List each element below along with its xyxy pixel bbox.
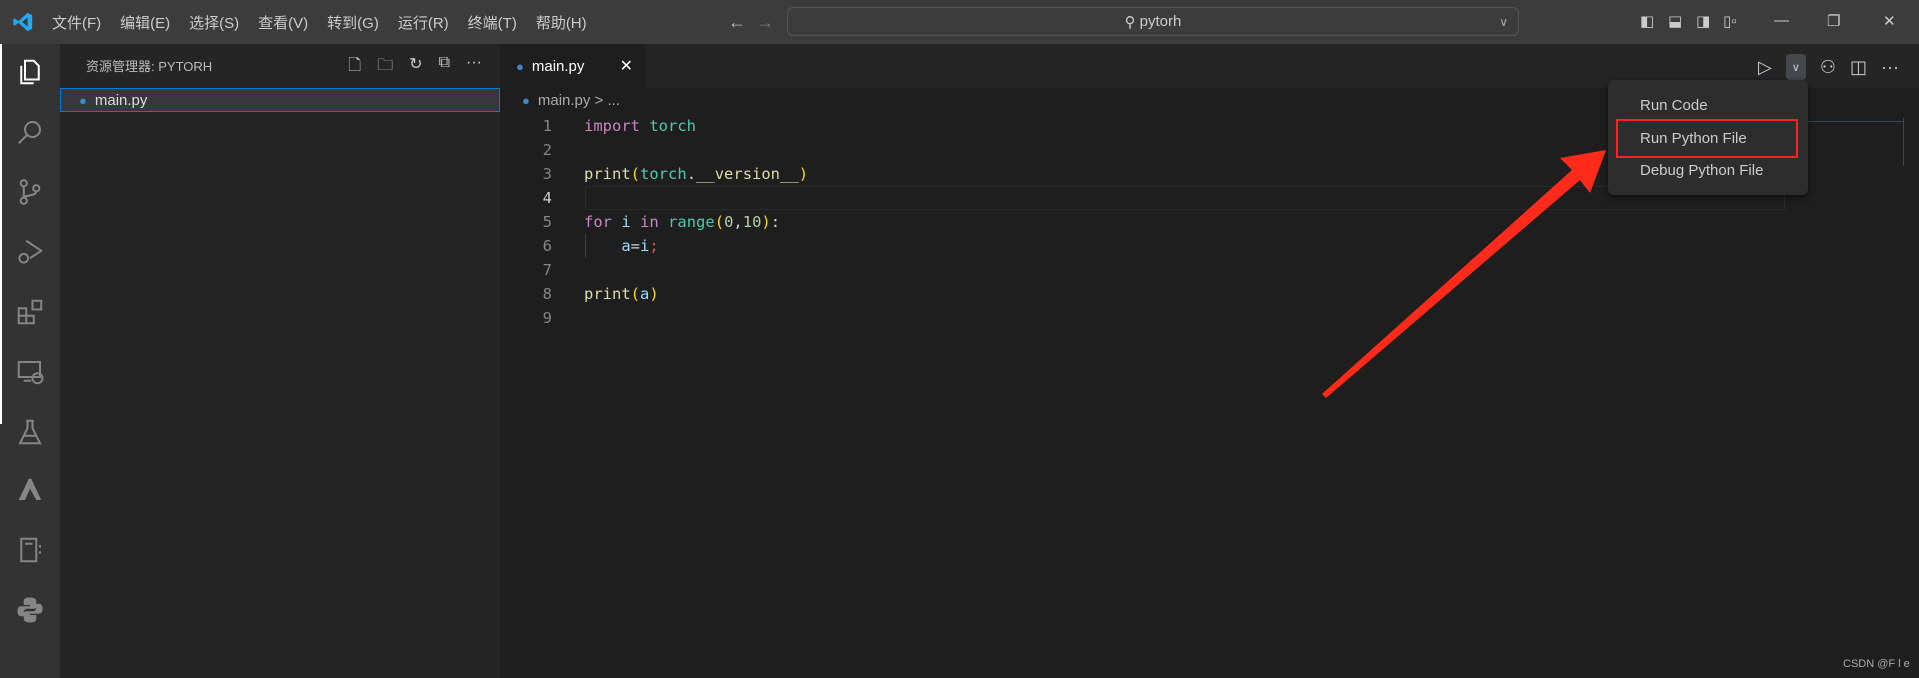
annotation-arrow <box>1322 150 1606 398</box>
watermark: CSDN @F l e <box>1843 658 1910 670</box>
